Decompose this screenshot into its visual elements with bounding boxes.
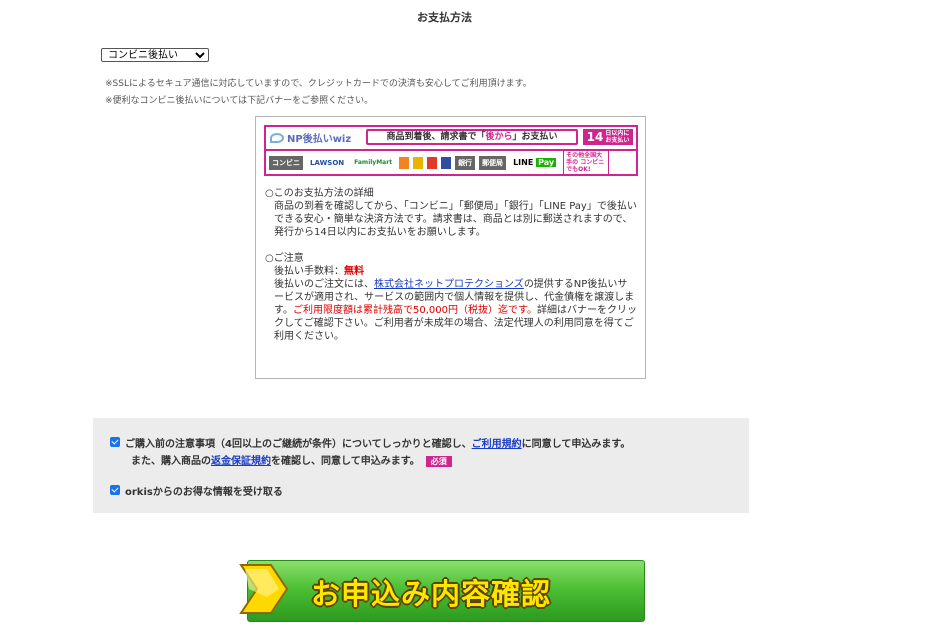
newsletter-label[interactable]: orkisからのお得な情報を受け取る: [125, 483, 283, 498]
note-ssl: ※SSLによるセキュア通信に対応していますので、クレジットカードでの決済も安心し…: [105, 79, 532, 89]
refund-text-a: また、購入商品の: [131, 456, 211, 467]
payment-method-select-wrap: コンビニ後払い: [101, 43, 209, 62]
chip-familymart: FamilyMart: [351, 157, 396, 168]
seven-eleven-icon: [399, 156, 410, 169]
netprotections-link[interactable]: 株式会社ネットプロテクションズ: [374, 279, 524, 290]
banner-days-text: 日以内に お支払い: [605, 130, 630, 144]
ministop-icon: [441, 156, 452, 169]
fee-value: 無料: [344, 266, 364, 277]
fee-line: 後払い手数料：無料: [265, 265, 637, 278]
np-leaf-icon: [270, 132, 284, 143]
chip-other-conveni: その他全国大手の コンビニでもOK!: [563, 150, 610, 175]
terms-text-b: に同意して申込みます。: [521, 439, 631, 450]
seicomart-icon: [427, 156, 438, 169]
np-logo-text: NP後払いwiz: [287, 134, 352, 145]
note-banner: ※便利なコンビニ後払いについては下記バナーをご参照ください。: [105, 96, 374, 106]
consent-panel: ご購入前の注意事項（4回以上のご継続が条件）についてしっかりと確認し、ご利用規約…: [93, 418, 749, 513]
banner-top-row: NP後払いwiz 商品到着後、請求書で「後から」お支払い 14 日以内に お支払…: [266, 127, 636, 151]
payment-method-select[interactable]: コンビニ後払い: [101, 48, 209, 62]
chip-line-pay: LINE Pay: [510, 156, 560, 169]
confirm-button-label: お申込み内容確認: [311, 577, 552, 611]
caution-text-a: 後払いのご注文には、: [274, 279, 374, 290]
np-banner[interactable]: NP後払いwiz 商品到着後、請求書で「後から」お支払い 14 日以内に お支払…: [264, 125, 638, 176]
fee-label: 後払い手数料：: [274, 266, 344, 277]
banner-msg-c: 」お支払い: [512, 132, 558, 142]
newsletter-checkbox[interactable]: [110, 485, 120, 495]
banner-msg-b: 後から: [485, 132, 513, 142]
page-title: お支払方法: [417, 11, 472, 24]
np-logo: NP後払いwiz: [270, 130, 351, 145]
terms-of-use-link[interactable]: ご利用規約: [472, 439, 522, 450]
chip-lawson: LAWSON: [307, 156, 348, 169]
refund-text-b: を確認し、同意して申込みます。: [271, 456, 420, 467]
chip-post-office: 郵便局: [479, 155, 507, 170]
terms-agree-line1: ご購入前の注意事項（4回以上のご継続が条件）についてしっかりと確認し、ご利用規約…: [125, 435, 630, 450]
terms-text-a: ご購入前の注意事項（4回以上のご継続が条件）についてしっかりと確認し、: [125, 439, 472, 450]
line-text: LINE: [513, 158, 534, 167]
details-body: 商品の到着を確認してから、「コンビニ」「郵便局」「銀行」「LINE Pay」で後…: [274, 201, 637, 238]
terms-agree-line2: また、購入商品の返金保証規約を確認し、同意して申込みます。 必須: [131, 452, 452, 467]
pay-text: Pay: [536, 158, 557, 167]
payment-notes: ※SSLによるセキュア通信に対応していますので、クレジットカードでの決済も安心し…: [105, 76, 532, 110]
confirm-order-button[interactable]: お申込み内容確認: [235, 559, 646, 623]
refund-guarantee-link[interactable]: 返金保証規約: [211, 456, 271, 467]
banner-payment-logos: コンビニ LAWSON FamilyMart 銀行 郵便局 LINE Pay そ…: [266, 150, 636, 175]
np-payment-info-box: NP後払いwiz 商品到着後、請求書で「後から」お支払い 14 日以内に お支払…: [255, 116, 646, 379]
chip-conveni: コンビニ: [269, 155, 303, 170]
np-details: ○このお支払方法の詳細 商品の到着を確認してから、「コンビニ」「郵便局」「銀行」…: [265, 187, 637, 343]
arrow-right-icon: [239, 564, 289, 614]
banner-14-days: 14 日以内に お支払い: [583, 129, 633, 145]
banner-days-num: 14: [586, 130, 604, 144]
banner-msg-a: 商品到着後、請求書で「: [386, 132, 486, 142]
banner-message: 商品到着後、請求書で「後から」お支払い: [366, 129, 578, 145]
details-heading: ○このお支払方法の詳細: [265, 188, 374, 199]
terms-agree-checkbox[interactable]: [110, 437, 120, 447]
required-badge: 必須: [425, 456, 452, 467]
caution-heading: ○ご注意: [265, 253, 304, 264]
chip-bank: 銀行: [455, 155, 476, 170]
daily-yamazaki-icon: [413, 156, 424, 169]
caution-body: 後払いのご注文には、株式会社ネットプロテクションズの提供するNP後払いサービスが…: [265, 278, 637, 343]
credit-limit-text: ご利用限度額は累計残高で50,000円（税抜）迄です。: [293, 305, 537, 316]
